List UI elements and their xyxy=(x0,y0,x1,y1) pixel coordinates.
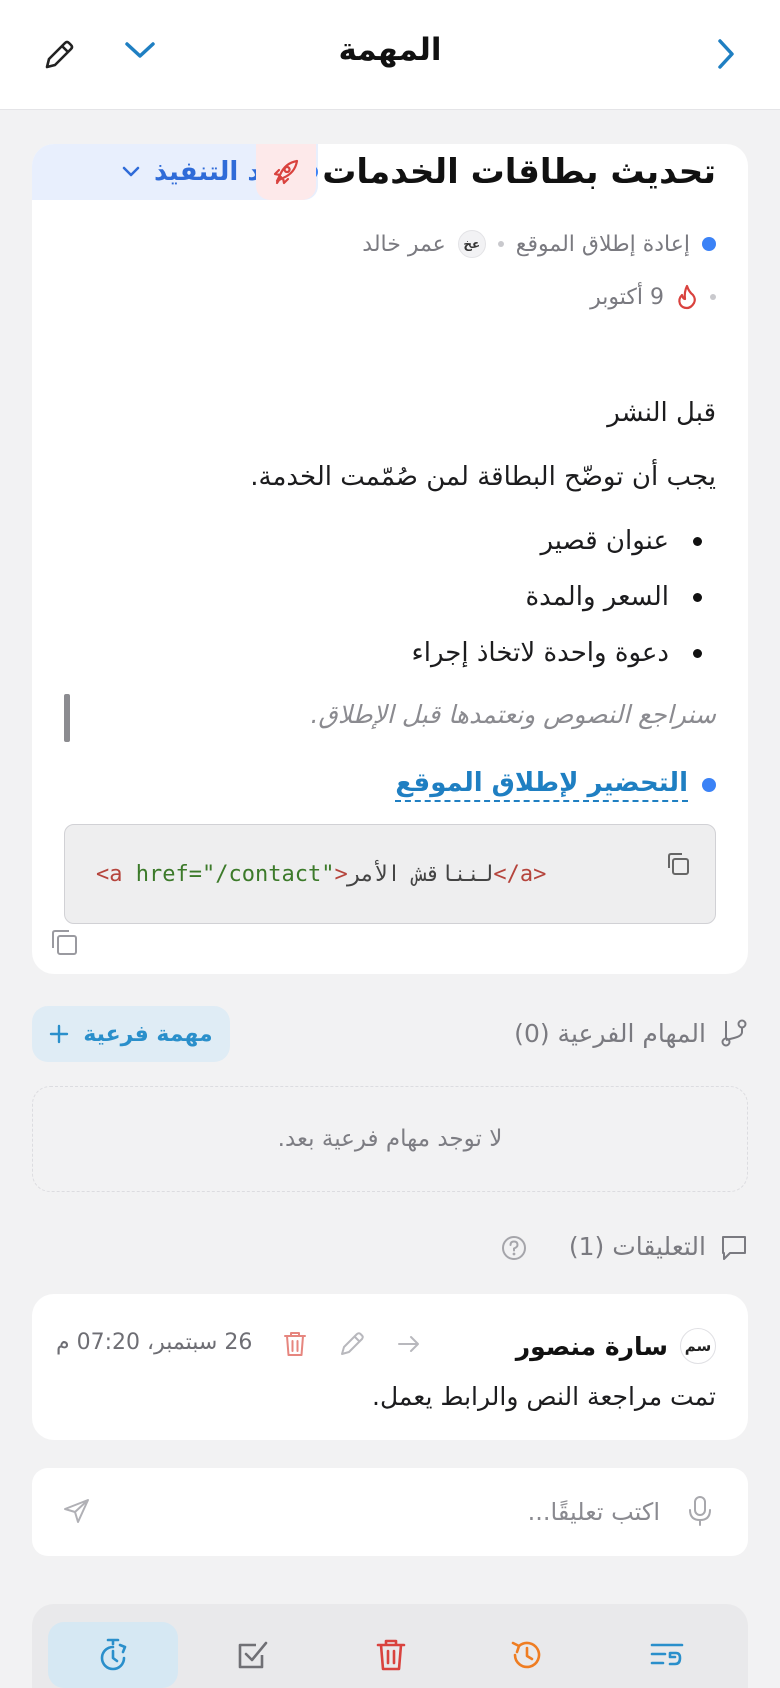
help-icon xyxy=(502,1236,526,1260)
blockquote: سنراجع النصوص ونعتمدها قبل الإطلاق. xyxy=(310,700,716,729)
edit-button[interactable] xyxy=(42,38,76,72)
page-title: المهمة xyxy=(338,32,442,68)
history-icon xyxy=(511,1641,541,1669)
bullet xyxy=(693,592,702,602)
list-icon xyxy=(650,1643,684,1666)
send-comment-button[interactable] xyxy=(62,1496,92,1526)
code-attr: href= xyxy=(135,862,202,887)
trash-icon xyxy=(376,1639,406,1671)
task-title: تحديث بطاقات الخدمات xyxy=(322,152,716,192)
code-line: <a href="/contact">لنناقش الأمر</a> xyxy=(96,862,546,887)
timer-button[interactable] xyxy=(48,1622,178,1688)
comment-icon xyxy=(722,1235,746,1260)
comment-timestamp: 26 سبتمبر، 07:20 م xyxy=(56,1330,253,1355)
project-name[interactable]: إعادة إطلاق الموقع xyxy=(516,232,690,257)
chevron-down-icon xyxy=(122,166,140,177)
delete-comment-button[interactable] xyxy=(282,1330,308,1358)
project-dot xyxy=(702,237,716,251)
list-item-text: دعوة واحدة لاتخاذ إجراء xyxy=(411,638,670,668)
linked-item: التحضير لإطلاق الموقع xyxy=(395,768,716,802)
due-date[interactable]: 9 أكتوبر xyxy=(590,285,664,310)
bullet xyxy=(693,536,702,546)
add-subtask-label: مهمة فرعية xyxy=(83,1021,213,1047)
code-text: لنناقش الأمر xyxy=(347,862,494,887)
comment-actions xyxy=(282,1330,422,1358)
comments-heading: التعليقات (1) xyxy=(569,1232,748,1261)
voice-input-button[interactable] xyxy=(686,1494,714,1528)
task-meta-date: 9 أكتوبر xyxy=(590,284,716,310)
description-paragraph: يجب أن توضّح البطاقة لمن صُمّمت الخدمة. xyxy=(250,462,716,492)
list-item: دعوة واحدة لاتخاذ إجراء xyxy=(411,638,702,668)
subtasks-heading: المهام الفرعية (0) xyxy=(514,1018,748,1048)
reply-comment-button[interactable] xyxy=(396,1330,422,1358)
list-item-text: عنوان قصير xyxy=(540,526,669,556)
comment-text: تمت مراجعة النص والرابط يعمل. xyxy=(372,1382,716,1411)
comments-title: التعليقات (1) xyxy=(568,1232,706,1261)
linked-task-link[interactable]: التحضير لإطلاق الموقع xyxy=(395,768,688,802)
comment-author: سم سارة منصور xyxy=(516,1328,716,1364)
description-heading: قبل النشر xyxy=(607,398,716,428)
launch-button[interactable] xyxy=(256,144,316,200)
copy-icon xyxy=(52,930,77,955)
checkbox-icon xyxy=(238,1641,268,1669)
quote-bar xyxy=(64,694,70,742)
code-tag: </a> xyxy=(493,862,547,887)
chevron-down-icon xyxy=(125,42,155,58)
comment-input[interactable] xyxy=(130,1488,660,1536)
microphone-icon xyxy=(689,1496,711,1526)
sort-list-button[interactable] xyxy=(602,1622,732,1688)
assignee-name[interactable]: عمر خالد xyxy=(362,232,446,257)
complete-button[interactable] xyxy=(188,1622,318,1688)
code-tag: > xyxy=(334,862,348,887)
separator-dot xyxy=(710,294,716,300)
copy-button[interactable] xyxy=(48,926,80,958)
code-tag: <a xyxy=(96,862,123,887)
link-dot xyxy=(702,778,716,792)
send-icon xyxy=(64,1499,89,1523)
flame-icon xyxy=(678,284,696,310)
delete-task-button[interactable] xyxy=(326,1622,456,1688)
list-item-text: السعر والمدة xyxy=(525,582,670,612)
comment-card xyxy=(32,1294,748,1440)
avatar: سم xyxy=(680,1328,716,1364)
add-subtask-button[interactable]: مهمة فرعية xyxy=(32,1006,230,1062)
rocket-icon xyxy=(273,159,299,185)
timer-icon xyxy=(100,1638,127,1671)
code-value: "/contact" xyxy=(201,862,335,887)
trash-icon xyxy=(284,1332,306,1356)
separator-dot xyxy=(497,241,504,247)
comments-help-button[interactable] xyxy=(500,1234,528,1262)
expand-button[interactable] xyxy=(124,40,156,60)
plus-icon xyxy=(50,1024,69,1044)
copy-code-button[interactable] xyxy=(664,850,692,878)
history-button[interactable] xyxy=(462,1622,592,1688)
forward-icon xyxy=(398,1336,419,1352)
list-item: السعر والمدة xyxy=(525,582,702,612)
copy-icon xyxy=(668,853,689,875)
task-meta-project: إعادة إطلاق الموقع عخ عمر خالد xyxy=(362,230,716,258)
list-item: عنوان قصير xyxy=(540,526,702,556)
branch-icon xyxy=(721,1019,747,1047)
subtasks-title: المهام الفرعية (0) xyxy=(514,1018,706,1048)
pencil-icon xyxy=(45,40,74,69)
bullet xyxy=(693,648,702,658)
avatar: عخ xyxy=(457,230,486,258)
edit-comment-button[interactable] xyxy=(338,1330,366,1358)
pencil-icon xyxy=(341,1332,364,1355)
subtasks-empty-state: لا توجد مهام فرعية بعد. xyxy=(32,1086,748,1192)
comment-author-name: سارة منصور xyxy=(515,1331,668,1361)
app-header: المهمة xyxy=(0,0,780,110)
